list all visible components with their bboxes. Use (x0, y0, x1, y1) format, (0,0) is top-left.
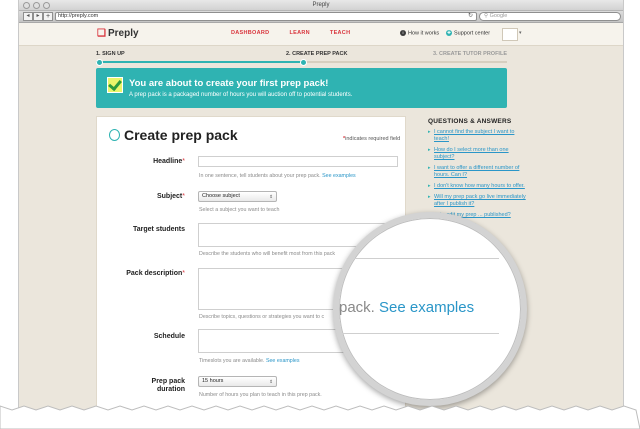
progress-fill (96, 61, 302, 63)
banner-subtitle: A prep pack is a packaged number of hour… (129, 92, 353, 98)
browser-toolbar: ◂ ▸ + http://preply.com ↻ ⚲ Google (19, 11, 623, 23)
required-note-text: indicates required field (345, 136, 401, 142)
title-bar: Preply (19, 0, 623, 11)
headline-help: In one sentence, tell students about you… (199, 173, 356, 179)
support-center-link[interactable]: ✚ Support center (446, 30, 490, 36)
info-icon: i (400, 30, 406, 36)
reload-icon[interactable]: ↻ (468, 13, 473, 20)
step-dot-2 (300, 59, 307, 66)
site-header: ❑ Preply DASHBOARD LEARN TEACH i How it wo… (19, 23, 623, 46)
schedule-label: Schedule (153, 333, 185, 340)
schedule-help: Timeslots you are available. See example… (199, 358, 300, 364)
page-title: Create prep pack (109, 127, 238, 143)
window-title: Preply (312, 2, 330, 8)
qa-link[interactable]: I don't know how many hours to offer. (428, 183, 528, 190)
target-students-label: Target students (133, 226, 185, 233)
select-arrows-icon: ⇕ (269, 194, 273, 199)
target-students-help: Describe the students who will benefit m… (199, 251, 336, 257)
stopwatch-icon (109, 129, 120, 141)
schedule-see-examples-link[interactable]: See examples (266, 358, 300, 364)
how-it-works-link[interactable]: i How it works (400, 30, 439, 36)
duration-label: Prep pack duration (151, 378, 185, 393)
back-button[interactable]: ◂ (23, 12, 33, 21)
magnifier-lens: pack. See examples (333, 212, 527, 406)
magnified-field-edge (339, 333, 499, 334)
select-arrows-icon: ⇕ (269, 379, 273, 384)
qa-link[interactable]: How do I select more than one subject? (428, 147, 528, 161)
qa-heading: QUESTIONS & ANSWERS (428, 118, 512, 125)
book-icon: ❑ (97, 28, 106, 39)
magnified-see-examples-link[interactable]: See examples (379, 299, 474, 316)
main-nav: DASHBOARD LEARN TEACH (231, 30, 350, 36)
duration-select[interactable]: 15 hours ⇕ (198, 376, 277, 387)
step-dot-1 (96, 59, 103, 66)
how-it-works-label: How it works (408, 30, 440, 37)
qa-link[interactable]: I cannot find the subject I want to teac… (428, 129, 528, 143)
page-title-text: Create prep pack (124, 127, 238, 143)
required-note: *indicates required field (343, 136, 401, 142)
step-create-tutor-profile: 3. CREATE TUTOR PROFILE (432, 51, 507, 57)
history-buttons: ◂ ▸ (23, 12, 43, 21)
see-examples-link[interactable]: See examples (322, 173, 356, 179)
preply-logo[interactable]: ❑ Preply (97, 28, 139, 39)
nav-teach[interactable]: TEACH (330, 30, 350, 36)
subject-select[interactable]: Choose subject ⇕ (198, 191, 277, 202)
avatar[interactable] (502, 28, 518, 41)
subject-select-value: Choose subject (202, 193, 240, 199)
welcome-banner: You are about to create your first prep … (96, 68, 507, 108)
forward-button[interactable]: ▸ (33, 12, 43, 21)
step-sign-up: 1. SIGN UP (96, 51, 125, 57)
url-text: http://preply.com (58, 13, 99, 19)
magnified-field-edge (339, 258, 499, 259)
pack-description-help: Describe topics, questions or strategies… (199, 314, 325, 320)
headline-field[interactable] (198, 156, 398, 167)
checkmark-icon (107, 77, 123, 93)
banner-title: You are about to create your first prep … (129, 78, 329, 89)
search-input[interactable]: ⚲ Google (479, 12, 621, 21)
lifebuoy-icon: ✚ (446, 30, 452, 36)
nav-dashboard[interactable]: DASHBOARD (231, 30, 269, 36)
chevron-down-icon[interactable]: ▾ (519, 30, 522, 36)
address-bar[interactable]: http://preply.com ↻ (55, 12, 477, 21)
pack-description-label: Pack description* (126, 270, 185, 277)
qa-link[interactable]: Will my prep pack go live immediately af… (428, 194, 528, 208)
search-icon: ⚲ (484, 13, 489, 19)
magnified-prefix: pack. (339, 299, 375, 316)
add-bookmark-button[interactable]: + (43, 12, 53, 21)
search-placeholder: Google (489, 13, 508, 19)
nav-learn[interactable]: LEARN (289, 30, 309, 36)
magnified-text: pack. See examples (339, 299, 474, 316)
logo-text: Preply (107, 28, 139, 39)
signup-steps: 1. SIGN UP 2. CREATE PREP PACK 3. CREATE… (96, 49, 507, 66)
headline-label: Headline* (153, 158, 185, 165)
support-center-label: Support center (454, 30, 491, 37)
duration-select-value: 15 hours (202, 378, 224, 384)
subject-label: Subject* (156, 193, 185, 200)
subject-help: Select a subject you want to teach (199, 207, 280, 213)
qa-link[interactable]: I want to offer a different number of ho… (428, 165, 528, 179)
step-create-prep-pack: 2. CREATE PREP PACK (286, 51, 348, 57)
torn-edge (0, 405, 640, 429)
